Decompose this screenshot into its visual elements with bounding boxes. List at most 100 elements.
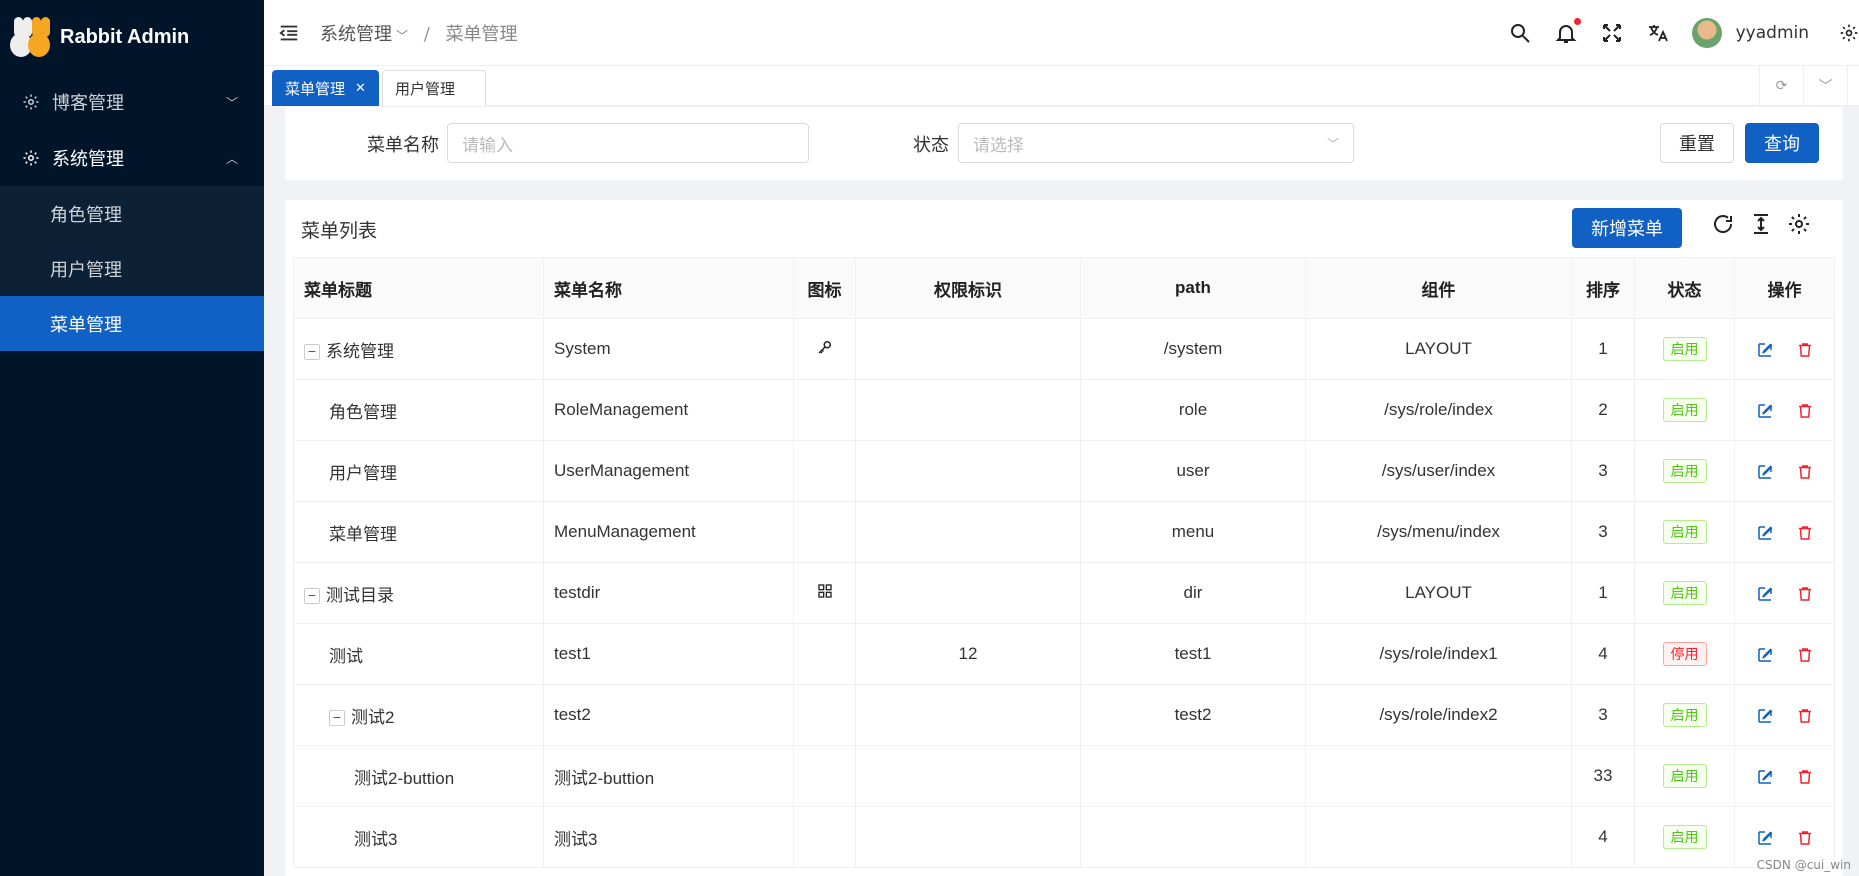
breadcrumb-item[interactable]: 系统管理 <box>320 24 392 45</box>
refresh-icon[interactable] <box>1711 212 1735 236</box>
settings-icon[interactable] <box>1787 212 1811 236</box>
reset-button[interactable]: 重置 <box>1660 123 1734 163</box>
cell-status: 启用 <box>1634 745 1735 807</box>
table-row[interactable]: 用户管理 UserManagement user/sys/user/index 3 启用 <box>293 440 1835 502</box>
table-row[interactable]: 测试3 测试3 4 启用 <box>293 806 1835 868</box>
cell-path: /system <box>1080 318 1306 380</box>
table-row[interactable]: 角色管理 RoleManagement role/sys/role/index 2 启用 <box>293 379 1835 441</box>
cell-order: 3 <box>1571 440 1635 502</box>
chevron-down-icon[interactable]: ﹀ <box>1803 66 1847 106</box>
cell-permission: 12 <box>855 623 1081 685</box>
cell-title: − 测试2 <box>293 684 544 746</box>
table-row[interactable]: 菜单管理 MenuManagement menu/sys/menu/index 3 启用 <box>293 501 1835 563</box>
tab-user-management[interactable]: 用户管理 <box>382 70 486 106</box>
table-title: 菜单列表 <box>301 220 378 242</box>
tabs-bar: 菜单管理 ✕ 用户管理 ⟳ ﹀ <box>264 66 1859 106</box>
cell-permission <box>855 318 1081 380</box>
column-header: 图标 <box>793 257 856 319</box>
settings-icon[interactable] <box>1839 23 1859 43</box>
column-header: 状态 <box>1634 257 1735 319</box>
cell-name: RoleManagement <box>543 379 794 441</box>
delete-icon[interactable] <box>1796 524 1814 542</box>
status-badge: 启用 <box>1662 459 1707 483</box>
cell-order: 1 <box>1571 318 1635 380</box>
sidebar: Rabbit Admin 博客管理 ﹀ 系统管理 ︿ 角色管理 用户管理 菜单管… <box>0 0 264 876</box>
cell-actions <box>1734 684 1835 746</box>
status-select[interactable]: 请选择 ﹀ <box>958 123 1354 163</box>
sidebar-item-system[interactable]: 系统管理 ︿ <box>0 130 264 186</box>
sidebar-item-label: 用户管理 <box>50 259 122 281</box>
cell-status: 启用 <box>1634 318 1735 380</box>
table-row[interactable]: − 测试目录 testdir dir LAYOUT 1 启用 <box>293 562 1835 624</box>
column-header: 组件 <box>1305 257 1572 319</box>
sidebar-item-role[interactable]: 角色管理 <box>0 186 264 241</box>
table-row[interactable]: − 系统管理 System/system LAYOUT 1 启用 <box>293 318 1835 380</box>
cell-path: dir <box>1080 562 1306 624</box>
delete-icon[interactable] <box>1796 585 1814 603</box>
close-icon[interactable]: ✕ <box>355 81 366 96</box>
cell-name: test2 <box>543 684 794 746</box>
delete-icon[interactable] <box>1796 463 1814 481</box>
collapse-icon[interactable]: − <box>304 344 320 361</box>
delete-icon[interactable] <box>1796 646 1814 664</box>
search-icon[interactable] <box>1508 21 1532 45</box>
select-placeholder: 请选择 <box>973 135 1024 156</box>
fullscreen-icon[interactable] <box>1847 66 1859 106</box>
collapse-icon[interactable]: − <box>329 710 345 727</box>
table-row[interactable]: 测试 test1 12 test1/sys/role/index1 4 停用 <box>293 623 1835 685</box>
cell-title: − 系统管理 <box>293 318 544 380</box>
delete-icon[interactable] <box>1796 341 1814 359</box>
cell-order: 3 <box>1571 684 1635 746</box>
collapse-icon[interactable]: − <box>304 588 320 605</box>
rabbit-logo-icon <box>10 15 50 59</box>
query-button[interactable]: 查询 <box>1745 123 1819 163</box>
delete-icon[interactable] <box>1796 402 1814 420</box>
cell-component: LAYOUT <box>1305 562 1572 624</box>
edit-icon[interactable] <box>1756 524 1774 542</box>
delete-icon[interactable] <box>1796 768 1814 786</box>
chevron-down-icon: ﹀ <box>1326 136 1339 151</box>
fullscreen-icon[interactable] <box>1600 21 1624 45</box>
column-height-icon[interactable] <box>1749 212 1773 236</box>
edit-icon[interactable] <box>1756 341 1774 359</box>
table-row[interactable]: − 测试2 test2 test2/sys/role/index2 3 启用 <box>293 684 1835 746</box>
refresh-icon[interactable]: ⟳ <box>1759 66 1803 106</box>
header-actions: yyadmin <box>1508 0 1859 66</box>
chevron-down-icon[interactable]: ﹀ <box>396 29 408 43</box>
add-menu-button[interactable]: 新增菜单 <box>1572 208 1682 248</box>
sidebar-item-menu[interactable]: 菜单管理 <box>0 296 264 351</box>
cell-permission <box>855 562 1081 624</box>
menu-name-input[interactable]: 请输入 <box>447 123 809 163</box>
status-badge: 启用 <box>1662 764 1707 788</box>
logo[interactable]: Rabbit Admin <box>0 0 264 74</box>
avatar[interactable] <box>1691 18 1722 48</box>
notification-bell[interactable] <box>1554 18 1581 45</box>
cell-path: test2 <box>1080 684 1306 746</box>
sidebar-item-user[interactable]: 用户管理 <box>0 241 264 296</box>
edit-icon[interactable] <box>1756 829 1774 847</box>
edit-icon[interactable] <box>1756 768 1774 786</box>
edit-icon[interactable] <box>1756 585 1774 603</box>
edit-icon[interactable] <box>1756 463 1774 481</box>
menu-fold-icon[interactable] <box>278 22 300 44</box>
menu-title: 测试 <box>329 646 363 666</box>
cell-status: 停用 <box>1634 623 1735 685</box>
delete-icon[interactable] <box>1796 829 1814 847</box>
sidebar-item-blog[interactable]: 博客管理 ﹀ <box>0 74 264 130</box>
edit-icon[interactable] <box>1756 707 1774 725</box>
cell-title: 菜单管理 <box>293 501 544 563</box>
menu-title: 测试2-buttion <box>354 768 455 788</box>
cell-actions <box>1734 318 1835 380</box>
delete-icon[interactable] <box>1796 707 1814 725</box>
status-badge: 启用 <box>1662 825 1707 849</box>
gear-icon <box>23 94 39 110</box>
cell-component: LAYOUT <box>1305 318 1572 380</box>
cell-title: 测试 <box>293 623 544 685</box>
cell-name: UserManagement <box>543 440 794 502</box>
tab-menu-management[interactable]: 菜单管理 ✕ <box>272 70 379 106</box>
username[interactable]: yyadmin <box>1736 23 1809 43</box>
edit-icon[interactable] <box>1756 402 1774 420</box>
table-row[interactable]: 测试2-buttion 测试2-buttion 33 启用 <box>293 745 1835 807</box>
edit-icon[interactable] <box>1756 646 1774 664</box>
translate-icon[interactable] <box>1646 21 1670 45</box>
